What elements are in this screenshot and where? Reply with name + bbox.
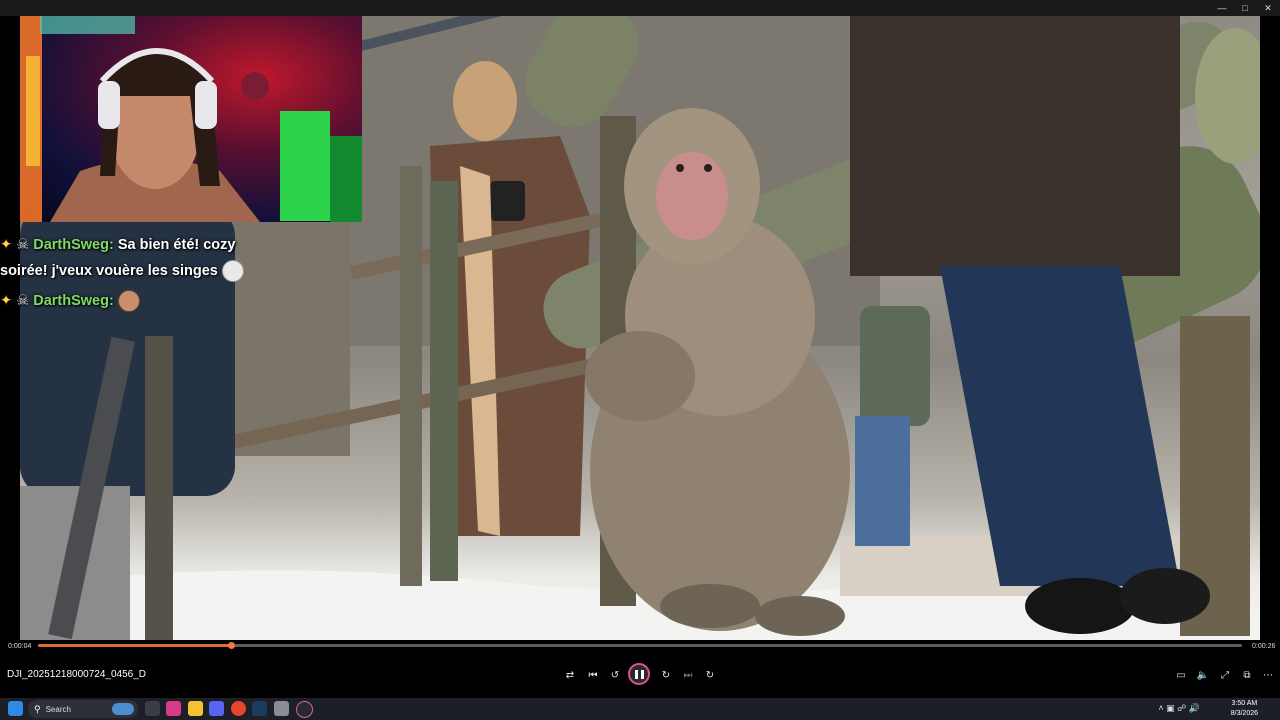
task-view-icon[interactable] bbox=[145, 701, 160, 716]
pause-icon-bar bbox=[640, 669, 644, 679]
steam-icon[interactable] bbox=[252, 701, 267, 716]
search-icon: ⚲ bbox=[34, 703, 41, 714]
cast-button[interactable]: ▭ bbox=[1172, 666, 1190, 684]
more-icon: ⋯ bbox=[1263, 669, 1273, 681]
notepad-icon[interactable] bbox=[274, 701, 289, 716]
file-explorer-icon[interactable] bbox=[188, 701, 203, 716]
title-bar: — □ ✕ bbox=[0, 0, 1280, 16]
more-options-button[interactable]: ⋯ bbox=[1259, 666, 1277, 684]
clock-time: 3:50 AM bbox=[1231, 700, 1258, 707]
face-emote-icon bbox=[117, 290, 140, 312]
previous-icon: ⏮ bbox=[588, 669, 598, 681]
close-button[interactable]: ✕ bbox=[1256, 0, 1280, 16]
media-filename: DJI_20251218000724_0456_D bbox=[7, 669, 147, 680]
seek-thumb[interactable] bbox=[227, 642, 235, 649]
repeat-icon: ↻ bbox=[705, 669, 715, 681]
volume-button[interactable]: 🔈 bbox=[1194, 666, 1212, 684]
taskbar-search[interactable]: ⚲ Search bbox=[28, 700, 138, 718]
seek-progress bbox=[38, 644, 231, 647]
shuffle-button[interactable]: ⇄ bbox=[561, 666, 579, 684]
chat-username: DarthSweg: bbox=[33, 237, 114, 253]
next-button[interactable]: ⏭ bbox=[679, 666, 697, 684]
skull-badge-icon: ☠ bbox=[16, 292, 30, 309]
volume-icon: 🔈 bbox=[1196, 669, 1210, 681]
copilot-icon[interactable] bbox=[166, 701, 181, 716]
previous-button[interactable]: ⏮ bbox=[584, 666, 602, 684]
miniplayer-icon: ⧉ bbox=[1243, 669, 1251, 681]
next-icon: ⏭ bbox=[683, 669, 693, 681]
media-player-window: — □ ✕ ✦ ☠ DarthSweg: Sa bien été! cozy s… bbox=[0, 0, 1280, 698]
badge-icon: ✦ bbox=[0, 292, 13, 309]
chat-username: DarthSweg: bbox=[33, 292, 114, 309]
system-tray-icons[interactable]: ˄ ▣ ☍ 🔊 bbox=[1158, 703, 1200, 714]
media-player-taskbar-icon[interactable] bbox=[296, 701, 313, 718]
chat-message: ✦ ☠ DarthSweg: bbox=[0, 290, 140, 312]
video-frame[interactable] bbox=[20, 16, 1260, 640]
taskbar: ⚲ Search 3:50 AM 8/3/2026 ˄ ▣ ☍ 🔊 bbox=[0, 698, 1280, 720]
chat-text: soirée! j'veux vouère les singes bbox=[0, 262, 218, 279]
total-duration: 0:00:26 bbox=[1252, 643, 1276, 650]
discord-icon[interactable] bbox=[209, 701, 224, 716]
shuffle-icon: ⇄ bbox=[565, 669, 575, 681]
fullscreen-button[interactable]: ⤢ bbox=[1216, 666, 1234, 684]
replay-10-icon: ↺ bbox=[610, 669, 620, 681]
chat-message: ✦ ☠ DarthSweg: Sa bien été! cozy bbox=[0, 237, 235, 253]
windows-start-icon[interactable] bbox=[8, 701, 23, 716]
cast-icon: ▭ bbox=[1176, 669, 1186, 681]
replay-10-button[interactable]: ↺ bbox=[606, 666, 624, 684]
chat-message-continuation: soirée! j'veux vouère les singes bbox=[0, 260, 244, 282]
mask-emote-icon bbox=[221, 260, 244, 282]
pause-icon bbox=[634, 669, 638, 679]
webcam-overlay bbox=[20, 16, 362, 222]
maximize-button[interactable]: □ bbox=[1233, 0, 1257, 16]
minimize-button[interactable]: — bbox=[1210, 0, 1234, 16]
search-highlight-icon bbox=[112, 703, 134, 715]
seek-bar[interactable] bbox=[38, 642, 1242, 649]
search-placeholder: Search bbox=[45, 704, 71, 714]
skull-badge-icon: ☠ bbox=[16, 237, 30, 253]
miniplayer-button[interactable]: ⧉ bbox=[1238, 666, 1256, 684]
chrome-icon[interactable] bbox=[231, 701, 246, 716]
repeat-button[interactable]: ↻ bbox=[701, 666, 719, 684]
elapsed-time: 0:00:04 bbox=[8, 643, 32, 650]
forward-30-icon: ↻ bbox=[661, 669, 671, 681]
fullscreen-icon: ⤢ bbox=[1221, 669, 1229, 681]
pause-button[interactable] bbox=[628, 663, 650, 685]
system-clock[interactable]: 3:50 AM 8/3/2026 bbox=[1231, 699, 1258, 719]
chat-text: Sa bien été! cozy bbox=[117, 237, 236, 253]
badge-icon: ✦ bbox=[0, 237, 13, 253]
clock-date: 8/3/2026 bbox=[1230, 710, 1258, 717]
streamer-webcam-image bbox=[20, 16, 362, 222]
forward-30-button[interactable]: ↻ bbox=[657, 666, 675, 684]
